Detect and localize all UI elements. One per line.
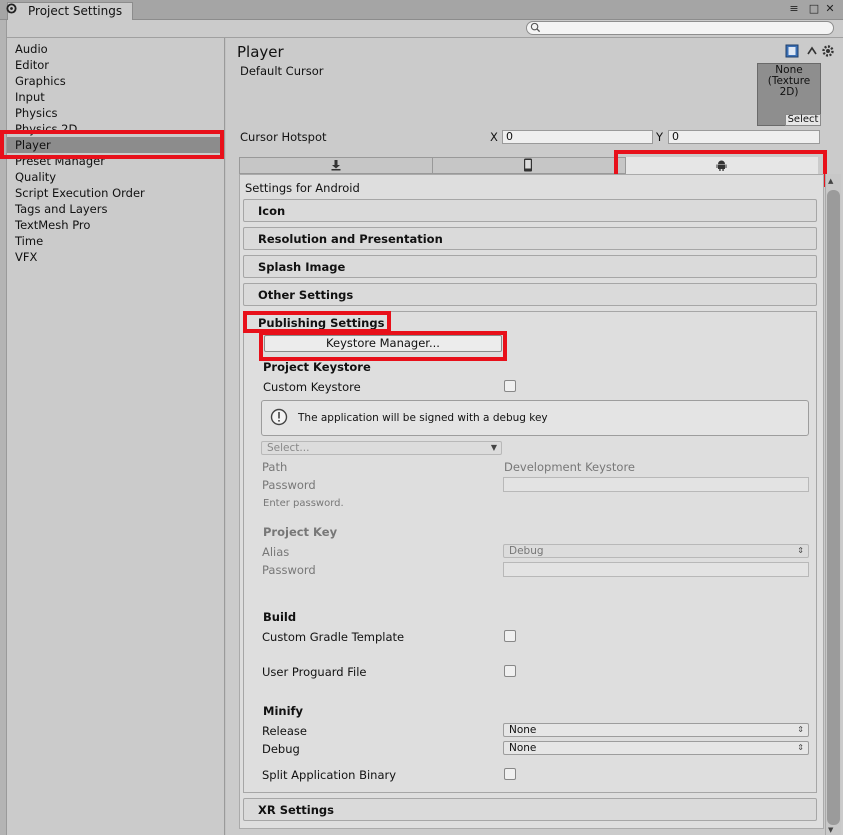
release-label: Release — [262, 724, 307, 738]
user-proguard-label: User Proguard File — [262, 665, 367, 679]
split-binary-checkbox[interactable] — [504, 768, 516, 780]
hotspot-y-label: Y — [656, 130, 664, 144]
keystore-select-dropdown[interactable]: Select... ▼ — [261, 441, 502, 455]
hotspot-y-field[interactable]: 0 — [668, 130, 820, 144]
default-cursor-label: Default Cursor — [240, 64, 324, 78]
info-icon — [270, 408, 288, 426]
updown-arrow-icon: ⇕ — [797, 546, 804, 555]
project-settings-tab[interactable]: Project Settings — [7, 2, 133, 20]
section-splash-title: Splash Image — [258, 260, 346, 274]
password-hint: Enter password. — [263, 498, 344, 509]
book-icon[interactable] — [785, 44, 799, 58]
scroll-up-icon[interactable]: ▲ — [828, 177, 833, 185]
project-key-heading: Project Key — [263, 525, 338, 539]
sidebar-item-time[interactable]: Time — [15, 233, 43, 249]
sidebar-item-input[interactable]: Input — [15, 89, 45, 105]
search-icon — [530, 22, 541, 33]
gear-icon[interactable] — [821, 44, 835, 58]
download-icon — [331, 160, 341, 171]
texture-none-label: None (Texture 2D) — [767, 64, 811, 98]
sidebar-item-textmesh-pro[interactable]: TextMesh Pro — [15, 217, 90, 233]
split-binary-label: Split Application Binary — [262, 768, 397, 782]
minify-heading: Minify — [263, 704, 304, 718]
publishing-highlight-box — [243, 311, 391, 333]
alias-dropdown[interactable]: Debug ⇕ — [503, 544, 809, 558]
keystore-button-highlight-box — [259, 331, 507, 361]
hotspot-x-field[interactable]: 0 — [502, 130, 653, 144]
sidebar-item-physics[interactable]: Physics — [15, 105, 58, 121]
keystore-password-field[interactable] — [503, 477, 809, 492]
texture-select-button[interactable]: Select — [785, 114, 821, 126]
section-resolution-title: Resolution and Presentation — [258, 232, 443, 246]
cursor-hotspot-label: Cursor Hotspot — [240, 130, 327, 144]
updown-arrow-icon: ⇕ — [797, 725, 804, 734]
path-value: Development Keystore — [504, 460, 636, 474]
keystore-select-value: Select... — [267, 442, 310, 454]
release-minify-dropdown[interactable]: None ⇕ — [503, 723, 809, 737]
close-icon[interactable]: ✕ — [824, 2, 836, 16]
sidebar-item-editor[interactable]: Editor — [15, 57, 49, 73]
custom-gradle-label: Custom Gradle Template — [262, 630, 405, 644]
page-title: Player — [237, 43, 284, 61]
key-password-field[interactable] — [503, 562, 809, 577]
alias-value: Debug — [509, 545, 544, 557]
updown-arrow-icon: ⇕ — [797, 743, 804, 752]
sidebar-item-vfx[interactable]: VFX — [15, 249, 37, 265]
release-value: None — [509, 724, 537, 736]
debug-label: Debug — [262, 742, 300, 756]
sidebar-item-script-execution-order[interactable]: Script Execution Order — [15, 185, 145, 201]
project-keystore-heading: Project Keystore — [263, 360, 371, 374]
sidebar-item-audio[interactable]: Audio — [15, 41, 48, 57]
tab-title: Project Settings — [28, 4, 123, 18]
section-icon[interactable] — [243, 199, 817, 222]
section-other-title: Other Settings — [258, 288, 354, 302]
search-input[interactable] — [526, 21, 834, 35]
scroll-down-icon[interactable]: ▼ — [828, 826, 833, 834]
sidebar-item-graphics[interactable]: Graphics — [15, 73, 66, 89]
settings-cog-icon — [6, 3, 17, 14]
hotspot-x-label: X — [490, 130, 498, 144]
chevron-down-icon: ▼ — [490, 443, 497, 452]
maximize-icon[interactable]: □ — [808, 2, 820, 16]
settings-for-label: Settings for Android — [245, 181, 360, 195]
info-message-text: The application will be signed with a de… — [298, 412, 548, 424]
phone-icon — [524, 158, 532, 172]
scrollbar-thumb[interactable] — [827, 190, 840, 825]
presets-icon[interactable] — [805, 44, 819, 58]
debug-minify-dropdown[interactable]: None ⇕ — [503, 741, 809, 755]
window-menu-icon[interactable]: ≡ — [788, 2, 800, 16]
section-xr-title: XR Settings — [258, 803, 335, 817]
section-icon-title: Icon — [258, 204, 286, 218]
custom-gradle-checkbox[interactable] — [504, 630, 516, 642]
build-heading: Build — [263, 610, 297, 624]
sidebar-item-quality[interactable]: Quality — [15, 169, 56, 185]
alias-label: Alias — [262, 545, 290, 559]
sidebar-item-tags-and-layers[interactable]: Tags and Layers — [15, 201, 107, 217]
password-label: Password — [262, 478, 316, 492]
custom-keystore-label: Custom Keystore — [263, 380, 361, 394]
key-password-label: Password — [262, 563, 316, 577]
player-highlight-box — [0, 130, 224, 159]
debug-value: None — [509, 742, 537, 754]
path-label: Path — [262, 460, 288, 474]
custom-keystore-checkbox[interactable] — [504, 380, 516, 392]
user-proguard-checkbox[interactable] — [504, 665, 516, 677]
